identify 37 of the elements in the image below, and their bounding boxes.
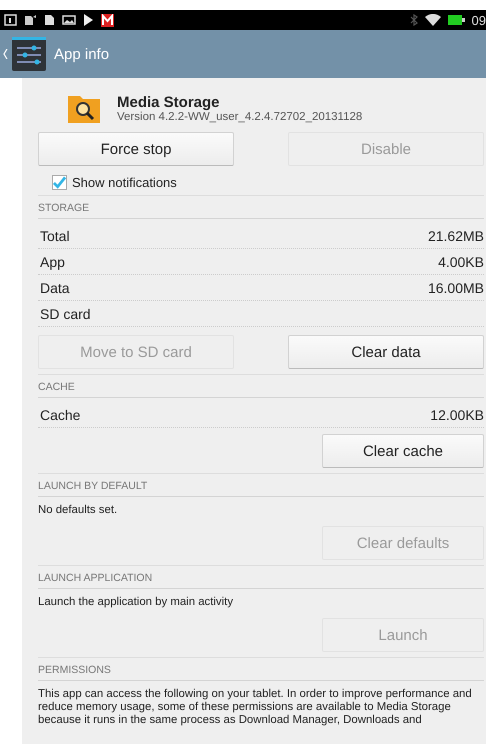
play-icon xyxy=(83,14,94,26)
bluetooth-icon xyxy=(410,14,418,26)
section-header: CACHE xyxy=(38,374,484,398)
row-label: Data xyxy=(40,280,70,296)
calendar-icon xyxy=(4,14,17,26)
checkbox[interactable] xyxy=(52,175,67,190)
wifi-icon xyxy=(424,14,441,26)
settings-sliders-icon[interactable] xyxy=(12,37,46,71)
back-caret-icon[interactable] xyxy=(3,49,8,59)
section-header: LAUNCH BY DEFAULT xyxy=(38,473,484,497)
document-icon xyxy=(44,14,55,26)
battery-icon xyxy=(448,15,465,25)
clock-time: 09 xyxy=(472,12,486,28)
row-label: App xyxy=(40,254,65,270)
app-name: Media Storage xyxy=(117,94,220,110)
checkbox-label: Show notifications xyxy=(72,175,177,190)
section-text: This app can access the following on your tablet. In order to improve performance and reduce memory usage, some of these permissions are available to Media Storage because it runs in the same process as Download Manager, Downloads and xyxy=(38,687,473,728)
section-header: PERMISSIONS xyxy=(38,657,484,681)
action-button[interactable]: Force stop xyxy=(38,132,234,166)
section-text: No defaults set. xyxy=(38,503,118,518)
row-value: 12.00KB xyxy=(430,406,484,422)
image-icon xyxy=(62,14,76,26)
section-header: LAUNCH APPLICATION xyxy=(38,565,484,589)
app-version: Version 4.2.2-WW_user_4.2.4.72702_20131128 xyxy=(117,110,362,122)
action-button[interactable]: Clear cache xyxy=(322,434,484,468)
row-value: 4.00KB xyxy=(438,254,484,270)
row-value: 21.62MB xyxy=(428,228,484,244)
screen-title: App info xyxy=(54,46,110,62)
row-label: Cache xyxy=(40,406,80,422)
sd-card-icon xyxy=(24,14,37,26)
m-logo-icon xyxy=(101,14,114,26)
section-header: STORAGE xyxy=(38,195,484,219)
section-text: Launch the application by main activity xyxy=(38,595,234,610)
row-value: 16.00MB xyxy=(428,280,484,296)
row-label: Total xyxy=(40,228,70,244)
action-button[interactable]: Clear data xyxy=(288,335,484,369)
row-label: SD card xyxy=(40,306,91,322)
